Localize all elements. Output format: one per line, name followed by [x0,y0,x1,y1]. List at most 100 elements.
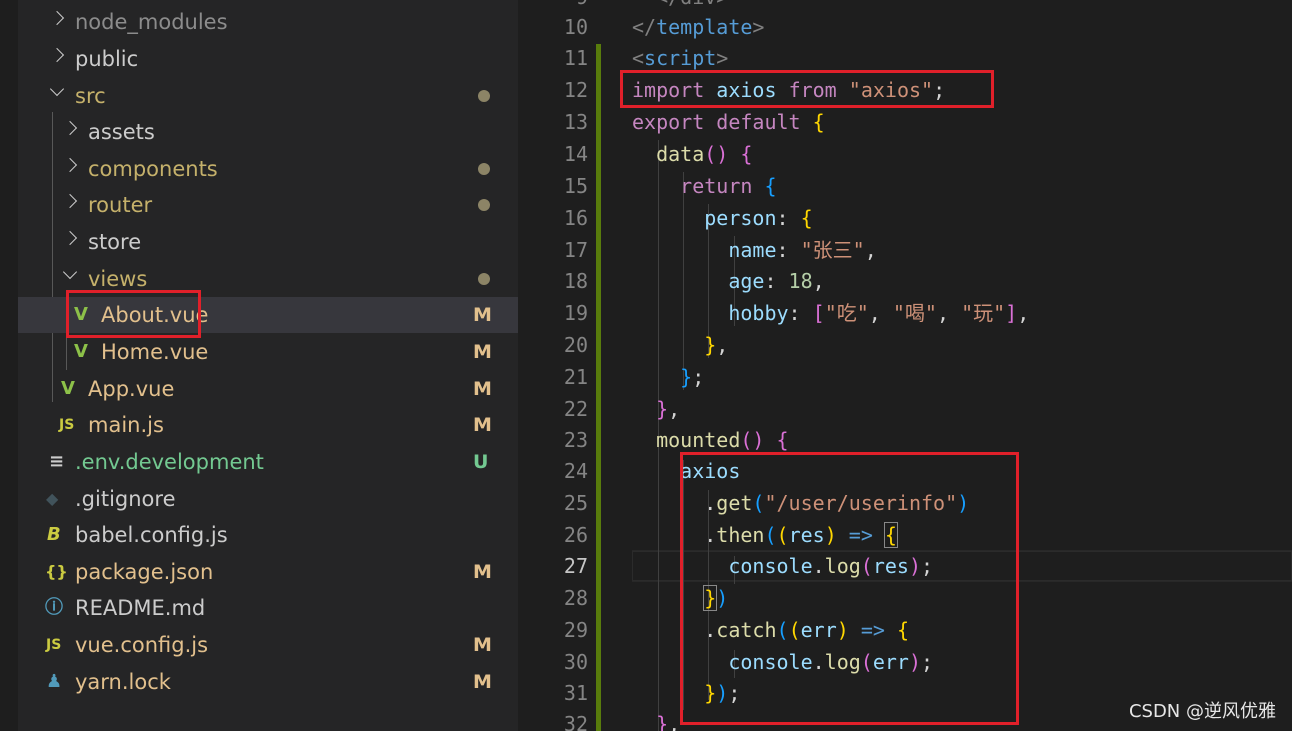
git-modified-gutter [596,44,601,731]
line-number: 28 [563,586,588,610]
babel-icon: B [47,524,61,545]
tree-item-src[interactable]: src [18,78,518,114]
tree-item-readme[interactable]: ⓘ README.md [18,590,518,626]
line-number-active: 27 [563,554,588,578]
code-line-18: age: 18, [728,269,825,293]
yarn-icon: ♟ [46,671,63,692]
git-status-badge: M [473,341,492,363]
chevron-down-icon [62,264,78,280]
line-number: 21 [563,365,588,389]
line-number: 15 [563,174,588,198]
vue-icon: V [74,341,88,362]
modified-dot [478,199,490,211]
code-token: default [716,110,801,134]
code-token: template [656,15,753,39]
line-number: 9 [518,0,588,9]
line-number: 16 [563,206,588,230]
js-icon: JS [59,417,75,433]
tree-item-node-modules[interactable]: node_modules [18,4,518,40]
watermark: CSDN @逆风优雅 [1128,701,1276,722]
modified-dot [478,273,490,285]
chevron-right-icon [49,47,65,63]
line-number: 30 [563,650,588,674]
tree-item-babel-config[interactable]: B babel.config.js [18,517,518,553]
tree-item-main-js[interactable]: JS main.js M [18,407,518,443]
tree-item-home-vue[interactable]: V Home.vue M [18,334,518,370]
chevron-right-icon [62,120,78,136]
chevron-right-icon [49,10,65,26]
git-status-badge: M [473,671,492,693]
tree-item-package-json[interactable]: {} package.json M [18,554,518,590]
code-line-21: }; [680,365,705,389]
git-icon: ◆ [46,489,59,508]
vue-icon: V [61,378,75,399]
line-number: 23 [563,428,588,452]
git-status-badge: M [473,304,492,326]
highlight-box-import [620,70,994,108]
line-number: 12 [563,78,588,102]
modified-dot [478,163,490,175]
tree-item-vue-config[interactable]: JS vue.config.js M [18,627,518,663]
info-icon: ⓘ [45,597,63,618]
line-number: 17 [563,238,588,262]
code-token: export [632,110,705,134]
chevron-right-icon [62,157,78,173]
code-line-23: mounted() { [656,428,789,452]
line-number: 31 [563,681,588,705]
code-token: person [704,206,777,230]
code-line-22: }, [656,397,681,421]
git-status-badge: M [473,634,492,656]
git-status-badge: U [473,451,489,473]
code-token: return [680,174,753,198]
modified-dot [478,90,490,102]
tree-item-yarn-lock[interactable]: ♟ yarn.lock M [18,664,518,700]
tree-item-components[interactable]: components [18,151,518,187]
env-file-icon: ≡ [49,451,65,472]
tree-item-assets[interactable]: assets [18,114,518,150]
code-line-10: </template> [632,15,765,39]
code-token: script [644,46,717,70]
line-number: 29 [563,618,588,642]
code-line-9: </div> [632,0,728,9]
tree-item-gitignore[interactable]: ◆ .gitignore [18,481,518,517]
code-line-19: hobby: ["吃", "喝", "玩"], [728,301,1030,325]
chevron-down-icon [49,81,65,97]
line-number: 26 [563,523,588,547]
git-status-badge: M [473,561,492,583]
chevron-right-icon [62,230,78,246]
line-number: 13 [563,110,588,134]
code-token: "玩" [961,301,1006,325]
git-status-badge: M [473,414,492,436]
code-line-17: name: "张三", [728,238,877,262]
code-token: age [728,269,765,293]
line-number: 24 [563,459,588,483]
code-token: </div> [632,0,728,9]
line-number: 10 [563,15,588,39]
line-number: 25 [563,491,588,515]
code-editor[interactable]: 9 10 11 12 13 14 15 16 17 18 19 20 21 22… [518,0,1292,731]
line-number: 19 [563,301,588,325]
tree-item-router[interactable]: router [18,187,518,223]
code-line-11: <script> [632,46,729,70]
code-token: 18 [788,269,813,293]
highlight-box-axios-call [680,452,1019,725]
code-line-13: export default { [632,110,825,134]
activity-edge [0,0,18,731]
line-number: 14 [563,142,588,166]
tree-item-public[interactable]: public [18,41,518,77]
code-token: hobby [728,301,789,325]
tree-item-env-development[interactable]: ≡ .env.development U [18,444,518,480]
file-explorer: node_modules public src assets component… [0,0,518,731]
tree-item-store[interactable]: store [18,224,518,260]
code-token: "吃" [824,301,869,325]
line-number: 22 [563,397,588,421]
code-line-20: }, [704,333,729,357]
code-token: name [728,238,777,262]
code-line-16: person: { [704,206,813,230]
tree-item-app-vue[interactable]: V App.vue M [18,371,518,407]
code-token: "张三" [800,238,865,262]
line-number: 32 [563,712,588,731]
code-token: data [656,142,705,166]
git-status-badge: M [473,378,492,400]
line-number: 20 [563,333,588,357]
